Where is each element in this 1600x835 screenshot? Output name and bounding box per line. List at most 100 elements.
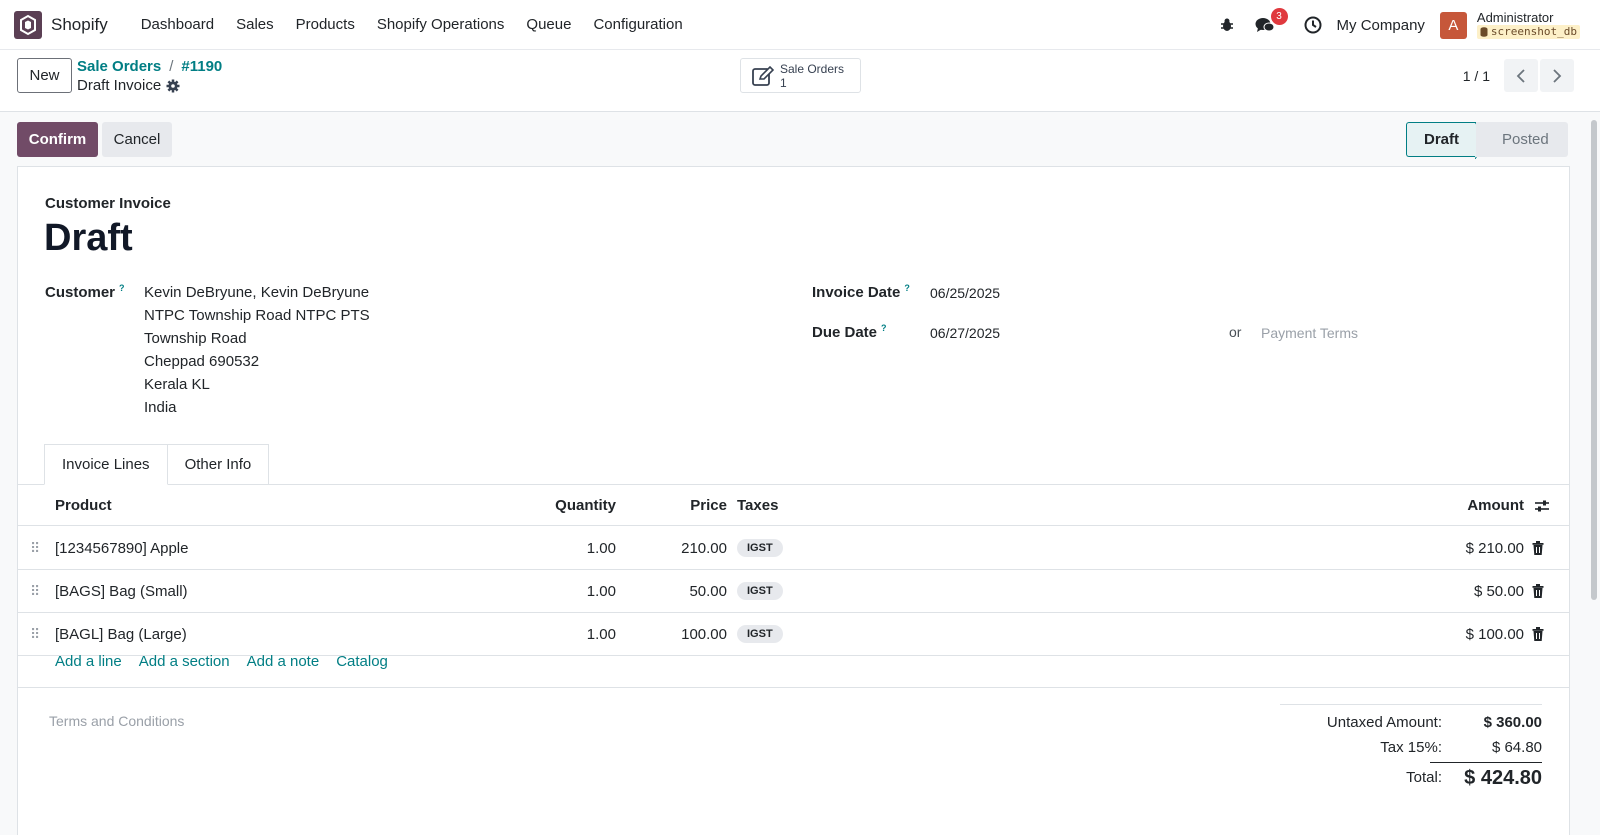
sale-orders-smart-button[interactable]: Sale Orders 1 <box>740 58 861 93</box>
pager-value[interactable]: 1 / 1 <box>1463 68 1490 84</box>
line-price[interactable]: 100.00 <box>618 613 727 655</box>
line-actions: Add a line Add a section Add a note Cata… <box>55 653 388 670</box>
due-date-field[interactable]: 06/27/2025 <box>930 325 1000 341</box>
chevron-right-icon <box>1553 68 1562 83</box>
pager-next-button[interactable] <box>1540 59 1574 92</box>
add-section-link[interactable]: Add a section <box>139 653 230 670</box>
gear-icon[interactable] <box>166 79 180 93</box>
invoice-date-field[interactable]: 06/25/2025 <box>930 285 1000 301</box>
status-bar: Draft Posted <box>1406 122 1568 159</box>
record-name: Draft Invoice <box>77 77 162 94</box>
line-amount: $ 210.00 <box>1465 539 1524 557</box>
menu-configuration[interactable]: Configuration <box>582 16 693 33</box>
messages-icon[interactable]: 3 <box>1253 8 1288 37</box>
user-menu[interactable]: Administrator screenshot_db <box>1476 10 1580 39</box>
navbar-systray: 3 My Company A Administrator screenshot_… <box>1215 0 1600 50</box>
invoice-date-label: Invoice Date? <box>812 283 910 301</box>
menu-sales[interactable]: Sales <box>225 16 285 33</box>
record-title: Draft Invoice <box>77 77 180 94</box>
add-line-link[interactable]: Add a line <box>55 653 122 670</box>
line-price[interactable]: 50.00 <box>618 570 727 612</box>
messages-badge: 3 <box>1270 8 1288 25</box>
lines-table-header: Product Quantity Price Taxes Amount <box>18 486 1569 526</box>
line-quantity[interactable]: 1.00 <box>498 527 616 569</box>
line-product[interactable]: [BAGS] Bag (Small) <box>55 570 188 612</box>
total-value: $ 424.80 <box>1464 767 1542 789</box>
customer-field[interactable]: Kevin DeBryune, Kevin DeBryune NTPC Town… <box>144 281 370 419</box>
customer-name: Kevin DeBryune, Kevin DeBryune <box>144 284 370 301</box>
help-tooltip-icon[interactable]: ? <box>904 283 910 293</box>
terms-and-conditions-field[interactable]: Terms and Conditions <box>49 713 184 729</box>
status-draft[interactable]: Draft <box>1406 122 1488 159</box>
tax-badge[interactable]: IGST <box>737 582 783 600</box>
tab-other-info[interactable]: Other Info <box>167 444 270 485</box>
menu-dashboard[interactable]: Dashboard <box>130 16 225 33</box>
total-divider <box>1430 762 1542 763</box>
app-name[interactable]: Shopify <box>51 15 108 35</box>
trash-icon[interactable] <box>1532 570 1544 612</box>
table-row[interactable]: ⠿ [BAGS] Bag (Small) 1.00 50.00 IGST $ 5… <box>18 570 1569 613</box>
table-row[interactable]: ⠿ [1234567890] Apple 1.00 210.00 IGST $ … <box>18 527 1569 570</box>
user-avatar[interactable]: A <box>1439 11 1467 39</box>
drag-handle-icon[interactable]: ⠿ <box>30 527 40 569</box>
company-switcher[interactable]: My Company <box>1337 17 1425 34</box>
edit-icon <box>752 65 774 86</box>
shopify-app-icon[interactable] <box>14 10 42 39</box>
help-tooltip-icon[interactable]: ? <box>119 283 125 293</box>
breadcrumb-separator: / <box>169 58 174 75</box>
header-price[interactable]: Price <box>618 486 727 525</box>
header-quantity[interactable]: Quantity <box>498 486 616 525</box>
database-badge: screenshot_db <box>1476 25 1580 39</box>
line-amount: $ 50.00 <box>1473 582 1524 600</box>
add-note-link[interactable]: Add a note <box>247 653 320 670</box>
line-product[interactable]: [1234567890] Apple <box>55 527 188 569</box>
trash-icon[interactable] <box>1532 613 1544 655</box>
chevron-left-icon <box>1516 68 1525 83</box>
menu-shopify-operations[interactable]: Shopify Operations <box>366 16 516 33</box>
breadcrumb-sale-orders[interactable]: Sale Orders <box>77 58 161 75</box>
breadcrumb-order[interactable]: #1190 <box>181 58 222 75</box>
pager-previous-button[interactable] <box>1504 59 1538 92</box>
customer-address-line: India <box>144 399 177 416</box>
confirm-button[interactable]: Confirm <box>17 122 98 157</box>
smart-button-label: Sale Orders <box>780 61 845 76</box>
untaxed-amount-value: $ 360.00 <box>1483 714 1542 731</box>
control-panel: New Sale Orders / #1190 Draft Invoice Sale… <box>0 50 1600 112</box>
header-taxes[interactable]: Taxes <box>737 486 778 525</box>
column-settings-icon[interactable] <box>1534 486 1550 525</box>
main-menu: Dashboard Sales Products Shopify Operati… <box>130 16 694 33</box>
drag-handle-icon[interactable]: ⠿ <box>30 570 40 612</box>
form-sheet: Customer Invoice Draft Customer? Kevin D… <box>17 166 1570 835</box>
menu-queue[interactable]: Queue <box>515 16 582 33</box>
line-quantity[interactable]: 1.00 <box>498 613 616 655</box>
header-amount[interactable]: Amount <box>1418 486 1524 525</box>
new-button[interactable]: New <box>17 58 72 93</box>
debug-bug-icon[interactable] <box>1215 13 1239 37</box>
menu-products[interactable]: Products <box>285 16 366 33</box>
line-quantity[interactable]: 1.00 <box>498 570 616 612</box>
user-name: Administrator <box>1476 10 1554 25</box>
activity-clock-icon[interactable] <box>1301 13 1325 37</box>
trash-icon[interactable] <box>1532 527 1544 569</box>
document-type: Customer Invoice <box>45 195 171 212</box>
payment-terms-field[interactable]: Payment Terms <box>1261 325 1358 341</box>
line-product[interactable]: [BAGL] Bag (Large) <box>55 613 187 655</box>
status-posted[interactable]: Posted <box>1476 122 1568 157</box>
header-product[interactable]: Product <box>55 486 112 525</box>
tax-badge[interactable]: IGST <box>737 625 783 643</box>
page-scrollbar[interactable] <box>1591 120 1597 600</box>
tab-invoice-lines[interactable]: Invoice Lines <box>44 444 168 485</box>
tax-badge[interactable]: IGST <box>737 539 783 557</box>
table-row[interactable]: ⠿ [BAGL] Bag (Large) 1.00 100.00 IGST $ … <box>18 613 1569 656</box>
line-amount: $ 100.00 <box>1465 625 1524 643</box>
status-draft-label: Draft <box>1423 131 1459 148</box>
help-tooltip-icon[interactable]: ? <box>881 323 887 333</box>
catalog-link[interactable]: Catalog <box>336 653 388 670</box>
customer-address-line: NTPC Township Road NTPC PTS <box>144 307 370 324</box>
line-price[interactable]: 210.00 <box>618 527 727 569</box>
cancel-button[interactable]: Cancel <box>102 122 172 157</box>
or-separator: or <box>1229 324 1242 340</box>
top-navbar: Shopify Dashboard Sales Products Shopify… <box>0 0 1600 50</box>
database-icon <box>1480 27 1488 37</box>
drag-handle-icon[interactable]: ⠿ <box>30 613 40 655</box>
